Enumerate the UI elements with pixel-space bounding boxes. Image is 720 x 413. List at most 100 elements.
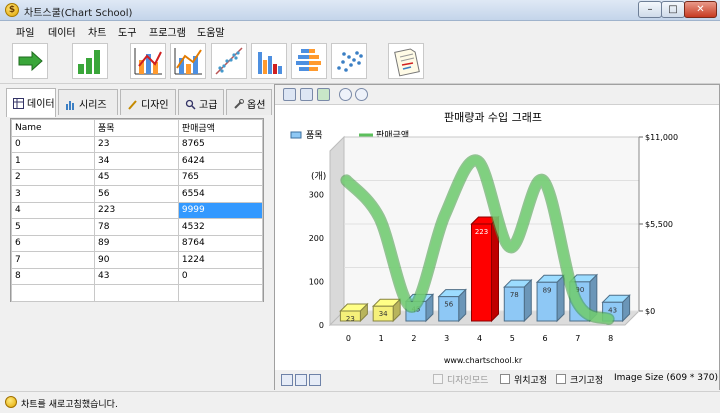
table-cell[interactable]: 1224 (177, 251, 264, 269)
close-button[interactable]: ✕ (684, 1, 717, 18)
tab-data-label: 데이터 (27, 99, 55, 110)
table-cell[interactable]: 78 (94, 218, 179, 236)
table-cell[interactable]: 23 (94, 135, 179, 153)
table-cell[interactable]: 3 (10, 185, 96, 203)
x-tick-label: 6 (543, 334, 548, 343)
table-cell[interactable]: 7 (10, 251, 96, 269)
table-cell[interactable] (177, 284, 264, 302)
scatter-line-icon[interactable] (211, 43, 247, 79)
zoom-fit-icon[interactable] (281, 374, 293, 386)
excel-icon[interactable] (317, 88, 330, 101)
scatter-icon[interactable] (331, 43, 367, 79)
table-cell[interactable] (94, 284, 179, 302)
tab-series[interactable]: 시리즈 (58, 89, 118, 115)
wrench-icon (233, 99, 244, 110)
pyramid-icon[interactable] (291, 43, 327, 79)
table-cell[interactable]: 4 (10, 201, 96, 219)
legend-label-qty: 품목 (306, 130, 323, 141)
table-row: 1 34 6424 (10, 152, 264, 170)
zoom-area-icon[interactable] (309, 374, 321, 386)
table-cell[interactable]: 9999 (177, 201, 264, 219)
table-cell[interactable]: 0 (177, 267, 264, 285)
print-icon[interactable] (300, 88, 313, 101)
tab-advanced[interactable]: 고급 (178, 89, 224, 115)
y-axis-label: (개) (311, 171, 326, 182)
table-cell[interactable]: 34 (94, 152, 179, 170)
play-icon[interactable] (339, 88, 352, 101)
fix-position-checkbox[interactable] (500, 374, 510, 384)
chart-title: 판매량과 수입 그래프 (444, 111, 542, 124)
table-cell[interactable]: 56 (94, 185, 179, 203)
bar-data-label: 89 (543, 286, 552, 294)
stop-icon[interactable] (355, 88, 368, 101)
table-cell[interactable]: 223 (94, 201, 179, 219)
table-cell[interactable]: 765 (177, 168, 264, 186)
table-header-row: Name 품목 판매금액 (10, 119, 264, 137)
table-icon (13, 98, 24, 109)
table-cell[interactable]: 6554 (177, 185, 264, 203)
window-title: 차트스쿨(Chart School) (24, 8, 133, 19)
tab-options[interactable]: 옵션 (226, 89, 272, 115)
bar-data-label: 56 (444, 301, 453, 309)
table-cell[interactable]: 2 (10, 168, 96, 186)
column-header[interactable]: 판매금액 (177, 119, 264, 137)
bar-chart-icon[interactable] (72, 43, 108, 79)
line-chart-icon[interactable] (170, 43, 206, 79)
table-cell[interactable]: 43 (94, 267, 179, 285)
y2-tick-label: $0 (645, 307, 655, 316)
chart-footer: 디자인모드 위치고정 크기고정 Image Size (609 * 370) (275, 370, 719, 390)
menu-bar: 파일 데이터 차트 도구 프로그램 도움말 (0, 21, 720, 40)
x-tick-label: 4 (477, 334, 482, 343)
x-tick-label: 7 (575, 334, 580, 343)
table-cell[interactable] (10, 284, 96, 302)
design-mode-label: 디자인모드 (447, 376, 489, 386)
table-cell[interactable]: 6424 (177, 152, 264, 170)
data-grid[interactable]: Name 품목 판매금액 0 23 8765 1 34 6424 2 45 765 3 56 6554 4 22… (10, 118, 264, 302)
memo-icon[interactable] (388, 43, 424, 79)
tab-design[interactable]: 디자인 (120, 89, 176, 115)
table-cell[interactable]: 6 (10, 234, 96, 252)
table-cell[interactable]: 0 (10, 135, 96, 153)
table-cell[interactable]: 4532 (177, 218, 264, 236)
menu-help[interactable]: 도움말 (197, 24, 225, 39)
image-size-label: Image Size (609 * 370) (614, 373, 718, 383)
legend-bar-swatch (290, 131, 302, 139)
bar-data-label: 78 (510, 291, 519, 299)
bar-data-label: 223 (475, 228, 488, 236)
toolbar (0, 40, 720, 84)
fix-size-label: 크기고정 (570, 376, 604, 386)
save-icon[interactable] (283, 88, 296, 101)
table-cell[interactable]: 8764 (177, 234, 264, 252)
mixed-chart-icon[interactable] (130, 43, 166, 79)
menu-program[interactable]: 프로그램 (149, 24, 186, 39)
table-cell[interactable]: 90 (94, 251, 179, 269)
menu-file[interactable]: 파일 (16, 24, 34, 39)
menu-chart[interactable]: 차트 (88, 24, 106, 39)
table-cell[interactable]: 8765 (177, 135, 264, 153)
menu-tools[interactable]: 도구 (118, 24, 136, 39)
brush-icon (127, 99, 138, 110)
x-tick-label: 5 (510, 334, 515, 343)
bar (471, 223, 492, 322)
zoom-original-icon[interactable] (295, 374, 307, 386)
maximize-button[interactable]: □ (661, 1, 685, 18)
table-cell[interactable]: 1 (10, 152, 96, 170)
smiley-icon (5, 396, 17, 408)
bar-side (523, 278, 532, 323)
table-cell[interactable]: 45 (94, 168, 179, 186)
menu-data[interactable]: 데이터 (48, 24, 76, 39)
design-mode-checkbox[interactable] (433, 374, 443, 384)
tab-data[interactable]: 데이터 (6, 88, 56, 117)
table-cell[interactable]: 5 (10, 218, 96, 236)
minimize-button[interactable]: – (638, 1, 662, 18)
table-cell[interactable]: 8 (10, 267, 96, 285)
column-header[interactable]: Name (10, 119, 96, 137)
histogram-icon[interactable] (251, 43, 287, 79)
fix-size-checkbox[interactable] (556, 374, 566, 384)
arrow-icon[interactable] (12, 43, 48, 79)
bar-data-label: 23 (346, 315, 355, 323)
column-header[interactable]: 품목 (94, 119, 179, 137)
y2-tick-label: $11,000 (645, 133, 678, 142)
table-cell[interactable]: 89 (94, 234, 179, 252)
x-tick-label: 1 (379, 334, 384, 343)
